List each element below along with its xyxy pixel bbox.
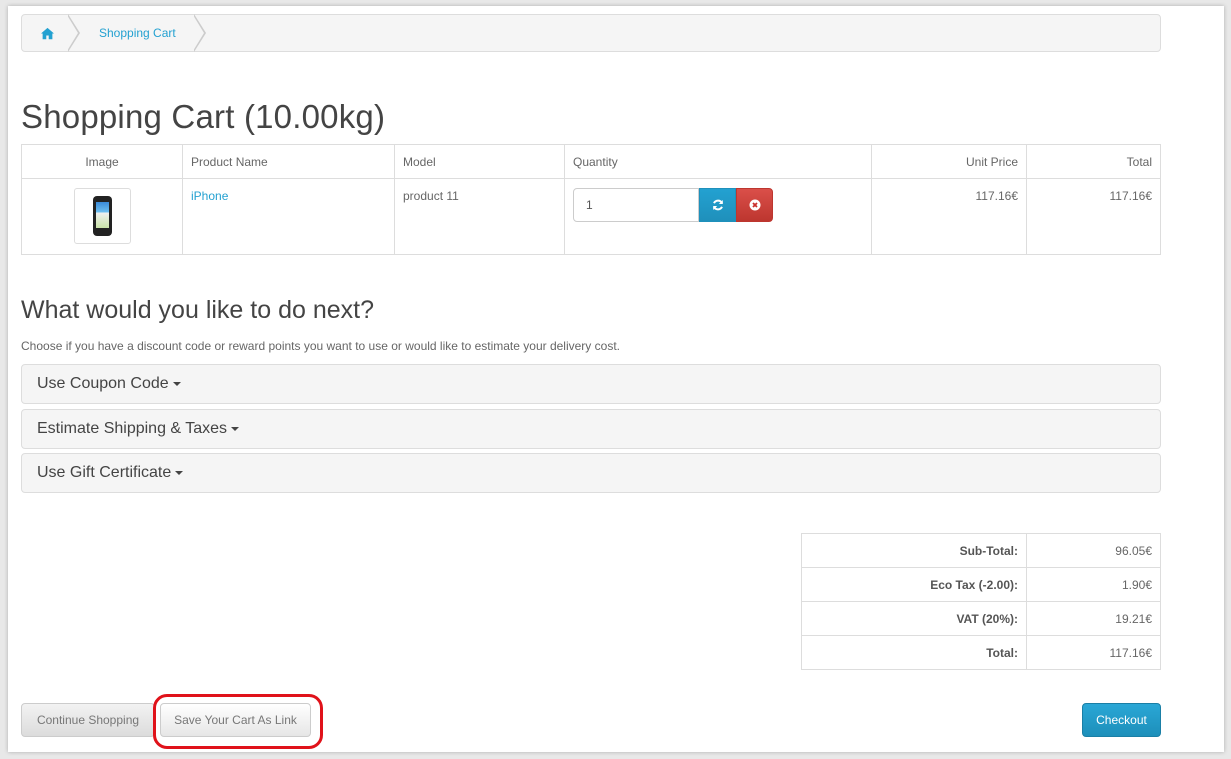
home-icon	[40, 27, 54, 39]
breadcrumb-separator-end	[193, 14, 206, 52]
totals-label: Total:	[801, 635, 1027, 670]
table-row: iPhone product 11 1 117.16€ 117.16€	[21, 178, 1161, 255]
panel-gift-certificate[interactable]: Use Gift Certificate	[21, 453, 1161, 493]
page-title: Shopping Cart (10.00kg)	[21, 98, 386, 135]
header-quantity: Quantity	[564, 144, 872, 179]
totals-label: Eco Tax (-2.00):	[801, 567, 1027, 602]
quantity-group: 1	[573, 188, 863, 222]
page-frame: Shopping Cart Shopping Cart (10.00kg) Im…	[8, 6, 1224, 752]
breadcrumb: Shopping Cart	[21, 14, 1161, 52]
iphone-thumbnail-icon	[92, 196, 112, 236]
continue-shopping-button[interactable]: Continue Shopping	[21, 703, 155, 737]
header-total: Total	[1026, 144, 1161, 179]
refresh-icon	[712, 199, 723, 211]
next-heading: What would you like to do next?	[21, 296, 374, 324]
caret-down-icon	[172, 382, 181, 386]
panel-estimate-shipping[interactable]: Estimate Shipping & Taxes	[21, 409, 1161, 449]
cell-unit-price: 117.16€	[871, 178, 1027, 255]
totals-label: VAT (20%):	[801, 601, 1027, 636]
caret-down-icon	[175, 471, 184, 475]
cart-table: Image Product Name Model Quantity Unit P…	[21, 144, 1161, 255]
cell-product-name: iPhone	[182, 178, 395, 255]
caret-down-icon	[231, 427, 240, 431]
breadcrumb-current[interactable]: Shopping Cart	[72, 15, 176, 51]
remove-item-button[interactable]	[736, 188, 773, 222]
panel-gift-label: Use Gift Certificate	[37, 464, 172, 481]
totals-value: 1.90€	[1026, 567, 1161, 602]
product-name-link[interactable]: iPhone	[191, 189, 228, 203]
totals-value: 96.05€	[1026, 533, 1161, 568]
header-product-name: Product Name	[182, 144, 395, 179]
totals-table: Sub-Total: 96.05€ Eco Tax (-2.00): 1.90€…	[801, 533, 1161, 670]
highlight-annotation	[153, 694, 323, 749]
breadcrumb-current-link[interactable]: Shopping Cart	[72, 26, 176, 40]
totals-row: Eco Tax (-2.00): 1.90€	[801, 567, 1161, 602]
quantity-input[interactable]: 1	[573, 188, 699, 222]
totals-value: 19.21€	[1026, 601, 1161, 636]
product-thumbnail[interactable]	[73, 188, 131, 244]
panel-coupon-label: Use Coupon Code	[37, 375, 169, 392]
breadcrumb-home[interactable]	[22, 15, 72, 51]
totals-row: Sub-Total: 96.05€	[801, 533, 1161, 568]
header-model: Model	[394, 144, 565, 179]
checkout-button[interactable]: Checkout	[1082, 703, 1161, 737]
totals-label: Sub-Total:	[801, 533, 1027, 568]
panel-shipping-label: Estimate Shipping & Taxes	[37, 420, 228, 437]
cell-total: 117.16€	[1026, 178, 1161, 255]
totals-row: VAT (20%): 19.21€	[801, 601, 1161, 636]
totals-value: 117.16€	[1026, 635, 1161, 670]
totals-row: Total: 117.16€	[801, 635, 1161, 670]
cell-model: product 11	[394, 178, 565, 255]
remove-icon	[749, 199, 760, 211]
header-image: Image	[21, 144, 183, 179]
cart-table-header: Image Product Name Model Quantity Unit P…	[21, 144, 1161, 179]
main-content: Shopping Cart Shopping Cart (10.00kg) Im…	[21, 14, 1161, 749]
panel-coupon-code[interactable]: Use Coupon Code	[21, 364, 1161, 404]
header-unit-price: Unit Price	[871, 144, 1027, 179]
update-quantity-button[interactable]	[699, 188, 736, 222]
cell-image	[21, 178, 183, 255]
cell-quantity: 1	[564, 178, 872, 255]
next-intro: Choose if you have a discount code or re…	[21, 339, 620, 353]
